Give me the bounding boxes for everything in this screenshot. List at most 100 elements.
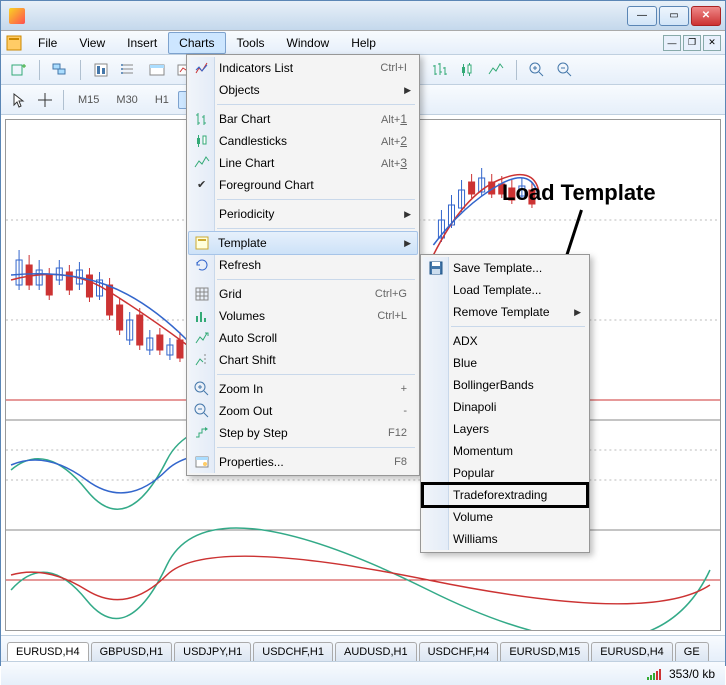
- menu-tools[interactable]: Tools: [226, 32, 276, 54]
- menu-item-shortcut: Ctrl+L: [377, 310, 407, 322]
- charts-menu-periodicity[interactable]: Periodicity ▶: [189, 203, 417, 225]
- menu-item-label: Chart Shift: [219, 353, 276, 367]
- charts-menu-objects[interactable]: Objects▶: [189, 79, 417, 101]
- props-icon: [193, 453, 211, 471]
- chart-tab-eurusd-h4[interactable]: EURUSD,H4: [7, 642, 89, 661]
- charts-menu-properties[interactable]: Properties...F8: [189, 451, 417, 473]
- menu-item-label: Auto Scroll: [219, 331, 277, 345]
- timeframe-h1[interactable]: H1: [147, 91, 177, 109]
- crosshair-button[interactable]: [33, 89, 57, 111]
- candle-icon: [193, 132, 211, 150]
- menu-item-label: Objects: [219, 83, 260, 97]
- charts-menu-step-by-step[interactable]: Step by Step F12: [189, 422, 417, 444]
- menu-charts[interactable]: Charts: [168, 32, 225, 54]
- autoscroll-icon: [193, 329, 211, 347]
- template-menu-adx[interactable]: ADX: [423, 330, 587, 352]
- charts-menu-candlesticks[interactable]: CandlesticksAlt+2: [189, 130, 417, 152]
- annotation-label: Load Template: [502, 180, 656, 206]
- menu-view[interactable]: View: [68, 32, 116, 54]
- menu-item-shortcut: Alt+1: [381, 112, 407, 126]
- charts-menu-zoom-out[interactable]: Zoom Out-: [189, 400, 417, 422]
- charts-menu-indicators-list[interactable]: Indicators ListCtrl+I: [189, 57, 417, 79]
- close-button[interactable]: [691, 6, 721, 26]
- menubar: FileViewInsertChartsToolsWindowHelp — ❐ …: [1, 31, 725, 55]
- terminal-button[interactable]: [145, 59, 169, 81]
- submenu-arrow-icon: ▶: [404, 238, 411, 249]
- menu-item-label: Layers: [453, 422, 489, 436]
- connection-bars-icon: [647, 668, 661, 680]
- statusbar: 353/0 kb: [1, 661, 725, 685]
- template-submenu-dropdown: Save Template... Load Template... Remove T…: [420, 254, 590, 553]
- menu-file[interactable]: File: [27, 32, 68, 54]
- step-icon: [193, 424, 211, 442]
- template-menu-bollingerbands[interactable]: BollingerBands: [423, 374, 587, 396]
- new-chart-button[interactable]: [7, 59, 31, 81]
- menu-item-shortcut: -: [403, 405, 407, 417]
- template-menu-momentum[interactable]: Momentum: [423, 440, 587, 462]
- charts-menu-bar-chart[interactable]: Bar ChartAlt+1: [189, 108, 417, 130]
- cursor-button[interactable]: [7, 89, 31, 111]
- charts-menu-auto-scroll[interactable]: Auto Scroll: [189, 327, 417, 349]
- template-menu-tradeforextrading[interactable]: Tradeforextrading: [423, 484, 587, 506]
- menu-insert[interactable]: Insert: [116, 32, 168, 54]
- profiles-button[interactable]: [48, 59, 72, 81]
- charts-menu-zoom-in[interactable]: Zoom In+: [189, 378, 417, 400]
- menu-item-label: Foreground Chart: [219, 178, 314, 192]
- menu-item-label: Periodicity: [219, 207, 274, 221]
- charts-menu-chart-shift[interactable]: Chart Shift: [189, 349, 417, 371]
- template-menu-dinapoli[interactable]: Dinapoli: [423, 396, 587, 418]
- template-menu-volume[interactable]: Volume: [423, 506, 587, 528]
- chart-tab-eurusd-m15[interactable]: EURUSD,M15: [500, 642, 589, 661]
- template-menu-layers[interactable]: Layers: [423, 418, 587, 440]
- chart-tab-audusd-h1[interactable]: AUDUSD,H1: [335, 642, 417, 661]
- menu-item-shortcut: F12: [388, 427, 407, 439]
- template-menu-popular[interactable]: Popular: [423, 462, 587, 484]
- chart-tab-usdjpy-h1[interactable]: USDJPY,H1: [174, 642, 251, 661]
- template-menu-williams[interactable]: Williams: [423, 528, 587, 550]
- navigator-button[interactable]: [117, 59, 141, 81]
- mdi-restore-button[interactable]: ❐: [683, 35, 701, 51]
- charts-menu-grid[interactable]: GridCtrl+G: [189, 283, 417, 305]
- charts-menu-volumes[interactable]: Volumes Ctrl+L: [189, 305, 417, 327]
- candle-chart-button[interactable]: [456, 59, 480, 81]
- maximize-button[interactable]: ▭: [659, 6, 689, 26]
- market-watch-button[interactable]: [89, 59, 113, 81]
- chart-tab-ge[interactable]: GE: [675, 642, 709, 661]
- charts-menu-foreground-chart[interactable]: ✔Foreground Chart: [189, 174, 417, 196]
- menu-item-label: Save Template...: [453, 261, 542, 275]
- line-icon: [193, 154, 211, 172]
- menu-window[interactable]: Window: [276, 32, 341, 54]
- charts-menu-refresh[interactable]: Refresh: [189, 254, 417, 276]
- template-menu-blue[interactable]: Blue: [423, 352, 587, 374]
- minimize-button[interactable]: [627, 6, 657, 26]
- template-menu-save-template[interactable]: Save Template...: [423, 257, 587, 279]
- timeframe-m30[interactable]: M30: [108, 91, 145, 109]
- menu-item-label: Volumes: [219, 309, 265, 323]
- zoom-in-button[interactable]: [525, 59, 549, 81]
- mdi-close-button[interactable]: ✕: [703, 35, 721, 51]
- menu-item-label: Step by Step: [219, 426, 288, 440]
- menu-help[interactable]: Help: [340, 32, 387, 54]
- chart-tab-usdchf-h4[interactable]: USDCHF,H4: [419, 642, 499, 661]
- charts-menu-template[interactable]: Template▶: [188, 231, 418, 255]
- menu-item-label: Load Template...: [453, 283, 542, 297]
- chart-tab-usdchf-h1[interactable]: USDCHF,H1: [253, 642, 333, 661]
- menu-item-label: Line Chart: [219, 156, 274, 170]
- menu-item-shortcut: Ctrl+I: [380, 62, 407, 74]
- chart-tab-eurusd-h4[interactable]: EURUSD,H4: [591, 642, 673, 661]
- zoom-out-button[interactable]: [553, 59, 577, 81]
- volumes-icon: [193, 307, 211, 325]
- line-chart-button[interactable]: [484, 59, 508, 81]
- submenu-arrow-icon: ▶: [404, 209, 411, 220]
- connection-status: 353/0 kb: [669, 667, 715, 681]
- menu-item-label: Candlesticks: [219, 134, 287, 148]
- mdi-minimize-button[interactable]: —: [663, 35, 681, 51]
- zoomout-icon: [193, 402, 211, 420]
- menu-item-label: Zoom In: [219, 382, 263, 396]
- bar-chart-button[interactable]: [428, 59, 452, 81]
- charts-menu-line-chart[interactable]: Line ChartAlt+3: [189, 152, 417, 174]
- chart-tab-gbpusd-h1[interactable]: GBPUSD,H1: [91, 642, 173, 661]
- template-menu-remove-template[interactable]: Remove Template▶: [423, 301, 587, 323]
- timeframe-m15[interactable]: M15: [70, 91, 107, 109]
- template-menu-load-template[interactable]: Load Template...: [423, 279, 587, 301]
